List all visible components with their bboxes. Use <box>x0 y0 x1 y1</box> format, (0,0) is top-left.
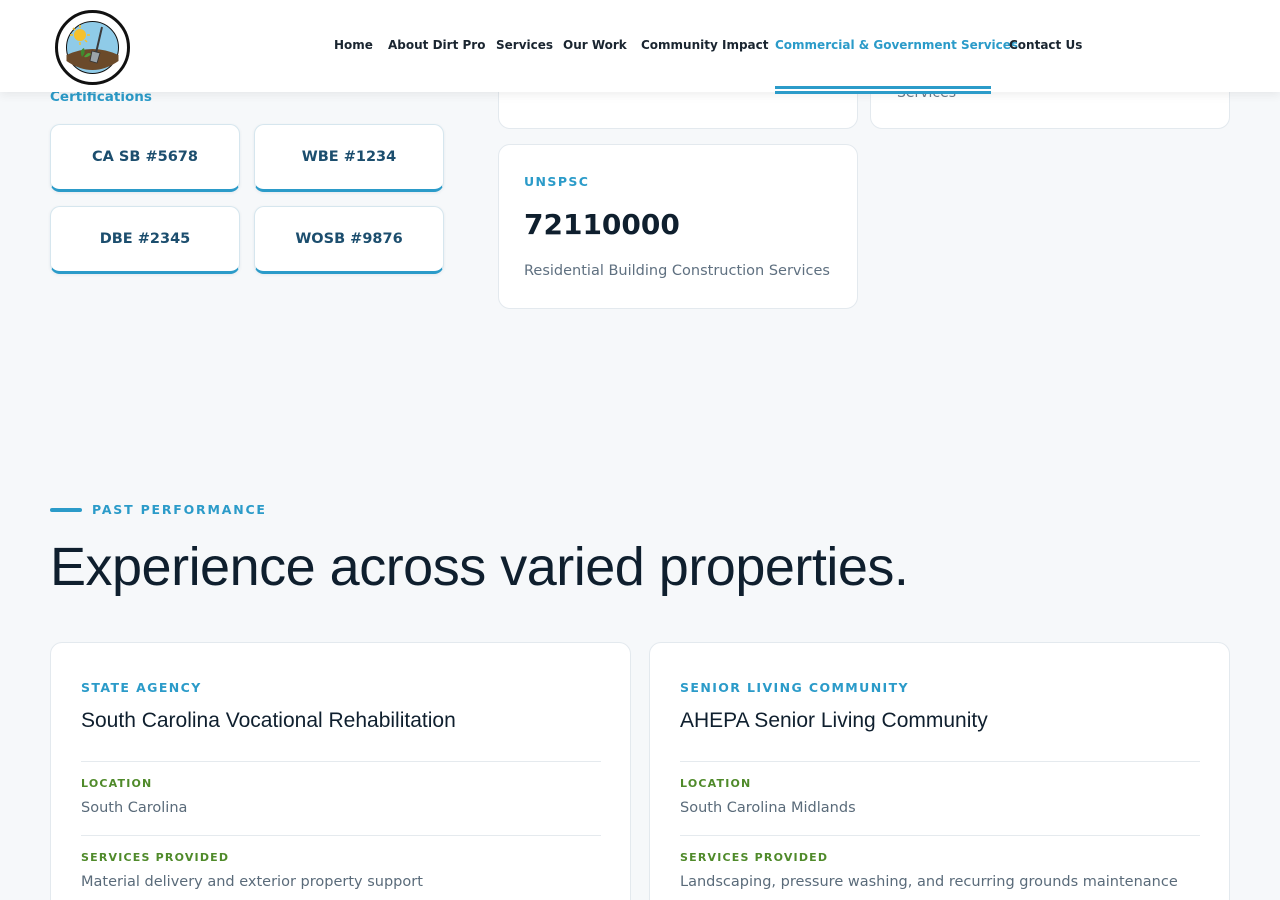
section-title: Experience across varied properties. <box>50 537 909 597</box>
performance-divider <box>81 761 601 762</box>
nav-active-underline <box>775 86 991 94</box>
performance-name: South Carolina Vocational Rehabilitation <box>81 709 456 732</box>
services-label: SERVICES PROVIDED <box>81 851 230 864</box>
unspsc-label: UNSPSC <box>524 174 590 189</box>
main-nav: Home About Dirt Pro Services Our Work Co… <box>0 0 1280 92</box>
location-value: South Carolina <box>81 800 188 816</box>
nav-contact-us[interactable]: Contact Us <box>1009 38 1082 52</box>
site-header: Home About Dirt Pro Services Our Work Co… <box>0 0 1280 94</box>
nav-services[interactable]: Services <box>496 38 553 52</box>
nav-our-work[interactable]: Our Work <box>563 38 627 52</box>
location-value: South Carolina Midlands <box>680 800 856 816</box>
unspsc-card: UNSPSC 72110000 Residential Building Con… <box>498 144 858 309</box>
performance-type: SENIOR LIVING COMMUNITY <box>680 680 909 695</box>
performance-card-state-agency: STATE AGENCY South Carolina Vocational R… <box>50 642 631 900</box>
cert-card-dbe: DBE #2345 <box>50 206 240 274</box>
performance-card-senior-living: SENIOR LIVING COMMUNITY AHEPA Senior Liv… <box>649 642 1230 900</box>
section-eyebrow: PAST PERFORMANCE <box>92 502 267 517</box>
services-value: Material delivery and exterior property … <box>81 874 423 890</box>
eyebrow-accent-line <box>50 508 82 512</box>
performance-divider <box>81 835 601 836</box>
performance-divider <box>680 835 1200 836</box>
performance-type: STATE AGENCY <box>81 680 202 695</box>
cert-card-ca-sb: CA SB #5678 <box>50 124 240 192</box>
performance-divider <box>680 761 1200 762</box>
nav-about-dirt-pro[interactable]: About Dirt Pro <box>388 38 485 52</box>
services-label: SERVICES PROVIDED <box>680 851 829 864</box>
location-label: LOCATION <box>680 777 752 790</box>
cert-card-wosb: WOSB #9876 <box>254 206 444 274</box>
services-value: Landscaping, pressure washing, and recur… <box>680 874 1178 890</box>
nav-home[interactable]: Home <box>334 38 373 52</box>
location-label: LOCATION <box>81 777 153 790</box>
certifications-grid: CA SB #5678 WBE #1234 DBE #2345 WOSB #98… <box>50 124 444 274</box>
nav-community-impact[interactable]: Community Impact <box>641 38 769 52</box>
cert-card-wbe: WBE #1234 <box>254 124 444 192</box>
unspsc-number: 72110000 <box>524 208 680 241</box>
performance-name: AHEPA Senior Living Community <box>680 709 988 732</box>
unspsc-description: Residential Building Construction Servic… <box>524 263 830 279</box>
nav-commercial-government-services[interactable]: Commercial & Government Services <box>775 38 1018 52</box>
